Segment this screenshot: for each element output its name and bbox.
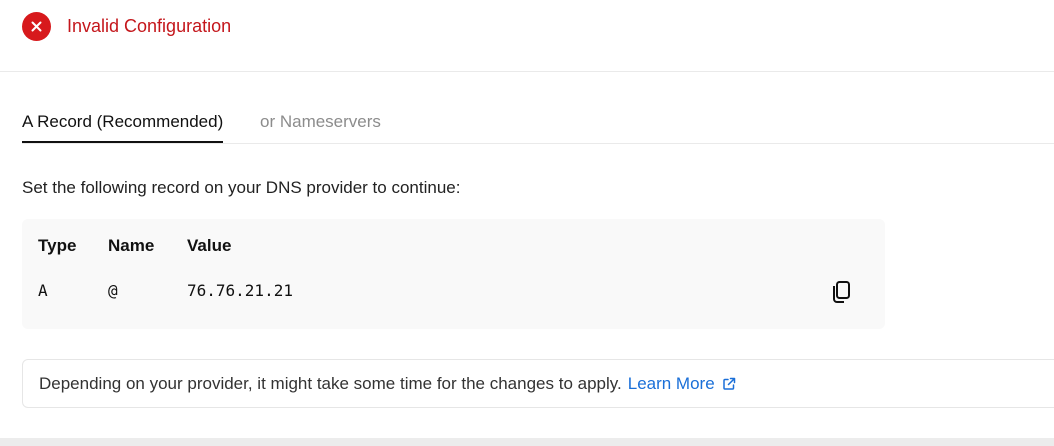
dns-record-table: Type Name Value A @ 76.76.21.21 [22, 219, 885, 329]
learn-more-link[interactable]: Learn More [628, 374, 736, 394]
record-name: @ [108, 281, 118, 300]
tab-a-record[interactable]: A Record (Recommended) [22, 112, 224, 143]
error-icon [22, 11, 51, 41]
header-type: Type [38, 236, 77, 255]
propagation-notice: Depending on your provider, it might tak… [22, 359, 1054, 408]
bottom-edge [0, 438, 1054, 446]
record-tabs: A Record (Recommended) or Nameservers [22, 100, 1054, 144]
learn-more-label: Learn More [627, 373, 715, 393]
record-type: A [38, 281, 48, 300]
tab-nameservers[interactable]: or Nameservers [260, 112, 381, 144]
record-value: 76.76.21.21 [187, 281, 293, 300]
status-banner: Invalid Configuration [22, 11, 231, 41]
divider [0, 71, 1054, 72]
copy-icon[interactable] [826, 277, 856, 307]
external-link-icon [722, 377, 736, 391]
header-value: Value [187, 236, 232, 255]
instruction-text: Set the following record on your DNS pro… [22, 178, 461, 197]
tabs-underline [22, 143, 1054, 144]
header-name: Name [108, 236, 155, 255]
notice-text: Depending on your provider, it might tak… [39, 373, 622, 393]
status-text: Invalid Configuration [67, 15, 232, 36]
